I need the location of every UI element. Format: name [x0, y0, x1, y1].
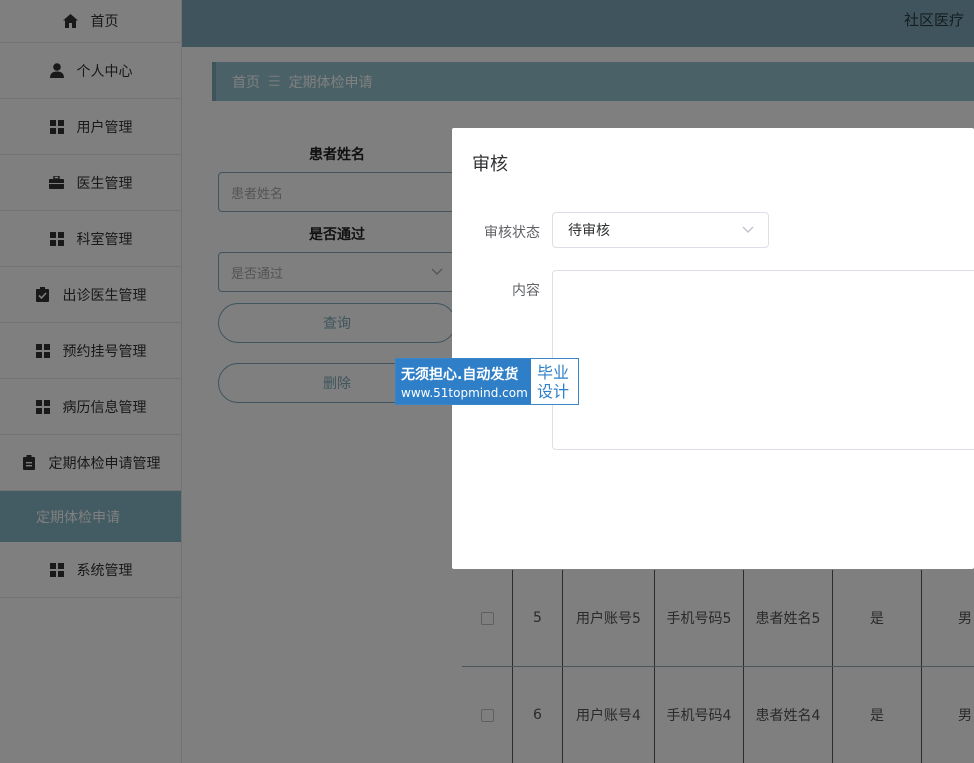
watermark-right-line2: 设计: [537, 381, 570, 401]
review-dialog: 审核 审核状态 待审核 内容: [452, 128, 974, 569]
watermark-badge: 无须担心.自动发货 www.51topmind.com 毕业 设计: [395, 358, 579, 405]
content-label: 内容: [512, 283, 540, 299]
chevron-down-icon: [742, 222, 754, 238]
review-status-label: 审核状态: [484, 225, 540, 241]
watermark-url: www.51topmind.com: [401, 385, 528, 400]
watermark-left: 无须担心.自动发货 www.51topmind.com: [396, 359, 531, 404]
watermark-right-line1: 毕业: [537, 362, 570, 382]
dialog-title: 审核: [472, 154, 508, 175]
watermark-line1: 无须担心.自动发货: [401, 366, 519, 383]
review-status-value: 待审核: [568, 223, 610, 239]
content-textarea[interactable]: [552, 270, 974, 450]
review-status-select[interactable]: 待审核: [552, 212, 769, 248]
watermark-right: 毕业 设计: [531, 359, 578, 404]
